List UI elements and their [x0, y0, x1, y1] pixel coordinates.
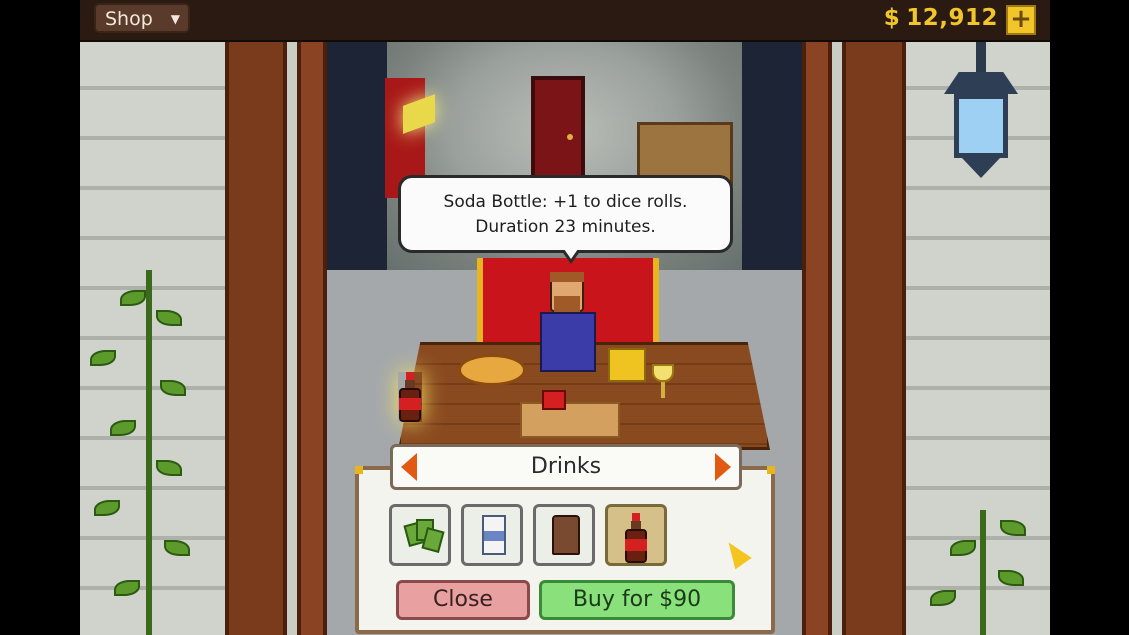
- buy-button[interactable]: Buy for $90: [539, 580, 735, 620]
- close-button[interactable]: Close: [396, 580, 530, 620]
- item-tooltip-bubble: Soda Bottle: +1 to dice rolls. Duration …: [398, 175, 733, 264]
- item-slot-milk[interactable]: [461, 504, 523, 566]
- item-slot-soda[interactable]: [605, 504, 667, 566]
- milk-carton-icon: [482, 515, 506, 555]
- prev-category-arrow[interactable]: [401, 453, 417, 481]
- shop-menu-dropdown[interactable]: Shop ▼: [94, 3, 190, 33]
- money-display: $12,912: [884, 5, 998, 31]
- pizza: [458, 354, 526, 386]
- door-frame-left: [225, 40, 287, 635]
- category-selector: Drinks: [390, 444, 742, 490]
- wall-lamp: [940, 40, 1022, 190]
- vine-left: [80, 270, 220, 635]
- tooltip-line-1: Soda Bottle: +1 to dice rolls.: [443, 192, 688, 212]
- category-label: Drinks: [530, 454, 602, 479]
- goblet: [652, 364, 674, 400]
- back-door: [531, 76, 585, 186]
- top-bar: Shop ▼ $12,912 +: [80, 0, 1050, 42]
- vine-right: [910, 510, 1050, 635]
- soda-bottle-on-table: [398, 372, 422, 422]
- dice: [542, 390, 566, 410]
- game-screen: Shop ▼ $12,912 + Soda Bottle: +1 to dice…: [80, 0, 1050, 635]
- shop-menu-label: Shop: [105, 8, 153, 30]
- add-money-button[interactable]: +: [1006, 5, 1036, 35]
- crown: [608, 348, 646, 382]
- tooltip-line-2: Duration 23 minutes.: [475, 217, 656, 237]
- coffee-icon: [552, 515, 580, 555]
- door-frame-right: [842, 40, 906, 635]
- item-slot-cards[interactable]: [389, 504, 451, 566]
- next-category-arrow[interactable]: [715, 453, 731, 481]
- door-frame-inner-right: [802, 40, 832, 635]
- currency-symbol: $: [883, 5, 901, 31]
- door-frame-inner-left: [297, 40, 327, 635]
- chevron-down-icon: ▼: [170, 12, 180, 26]
- game-board: [520, 402, 620, 438]
- shopkeeper: [538, 272, 598, 382]
- item-slot-coffee[interactable]: [533, 504, 595, 566]
- soda-bottle-icon: [624, 513, 648, 563]
- money-amount: 12,912: [906, 5, 998, 31]
